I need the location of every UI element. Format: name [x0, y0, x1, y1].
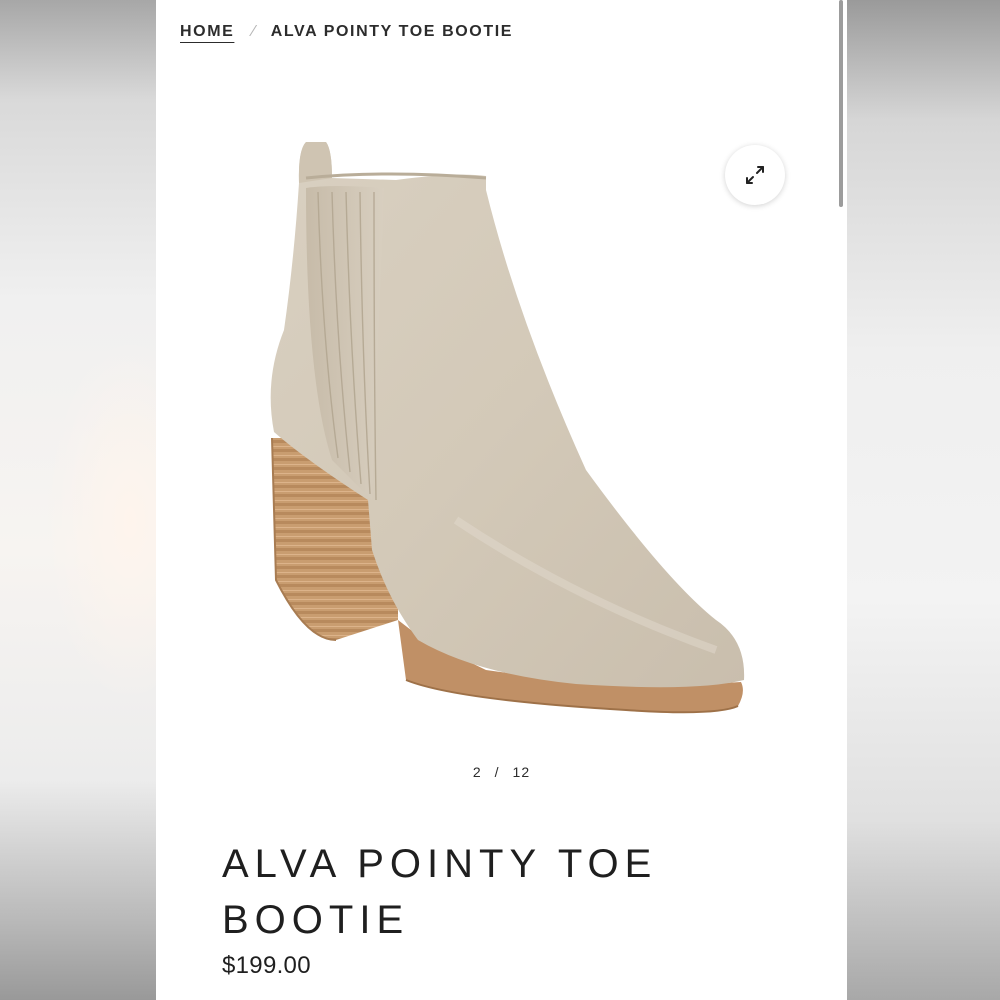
- expand-image-button[interactable]: [725, 145, 785, 205]
- scrollbar-thumb[interactable]: [839, 0, 843, 207]
- breadcrumb-current: ALVA POINTY TOE BOOTIE: [270, 23, 514, 40]
- scrollbar[interactable]: [838, 0, 844, 1000]
- pager-current: 2: [472, 764, 482, 780]
- breadcrumb: HOME ⁄ ALVA POINTY TOE BOOTIE: [180, 20, 513, 44]
- pager-total: 12: [512, 764, 531, 780]
- background-right-blur: [847, 0, 1000, 1000]
- product-page: HOME ⁄ ALVA POINTY TOE BOOTIE 2 / 12 ALV…: [156, 0, 847, 1000]
- image-pager: 2 / 12: [156, 764, 847, 780]
- product-price: $199.00: [222, 952, 311, 979]
- background-left-blur: [0, 0, 156, 1000]
- product-title: ALVA POINTY TOE BOOTIE: [222, 842, 658, 942]
- expand-icon: [746, 166, 764, 184]
- breadcrumb-separator: ⁄: [252, 23, 257, 40]
- pager-separator: /: [494, 764, 500, 780]
- breadcrumb-home-link[interactable]: HOME: [180, 23, 234, 41]
